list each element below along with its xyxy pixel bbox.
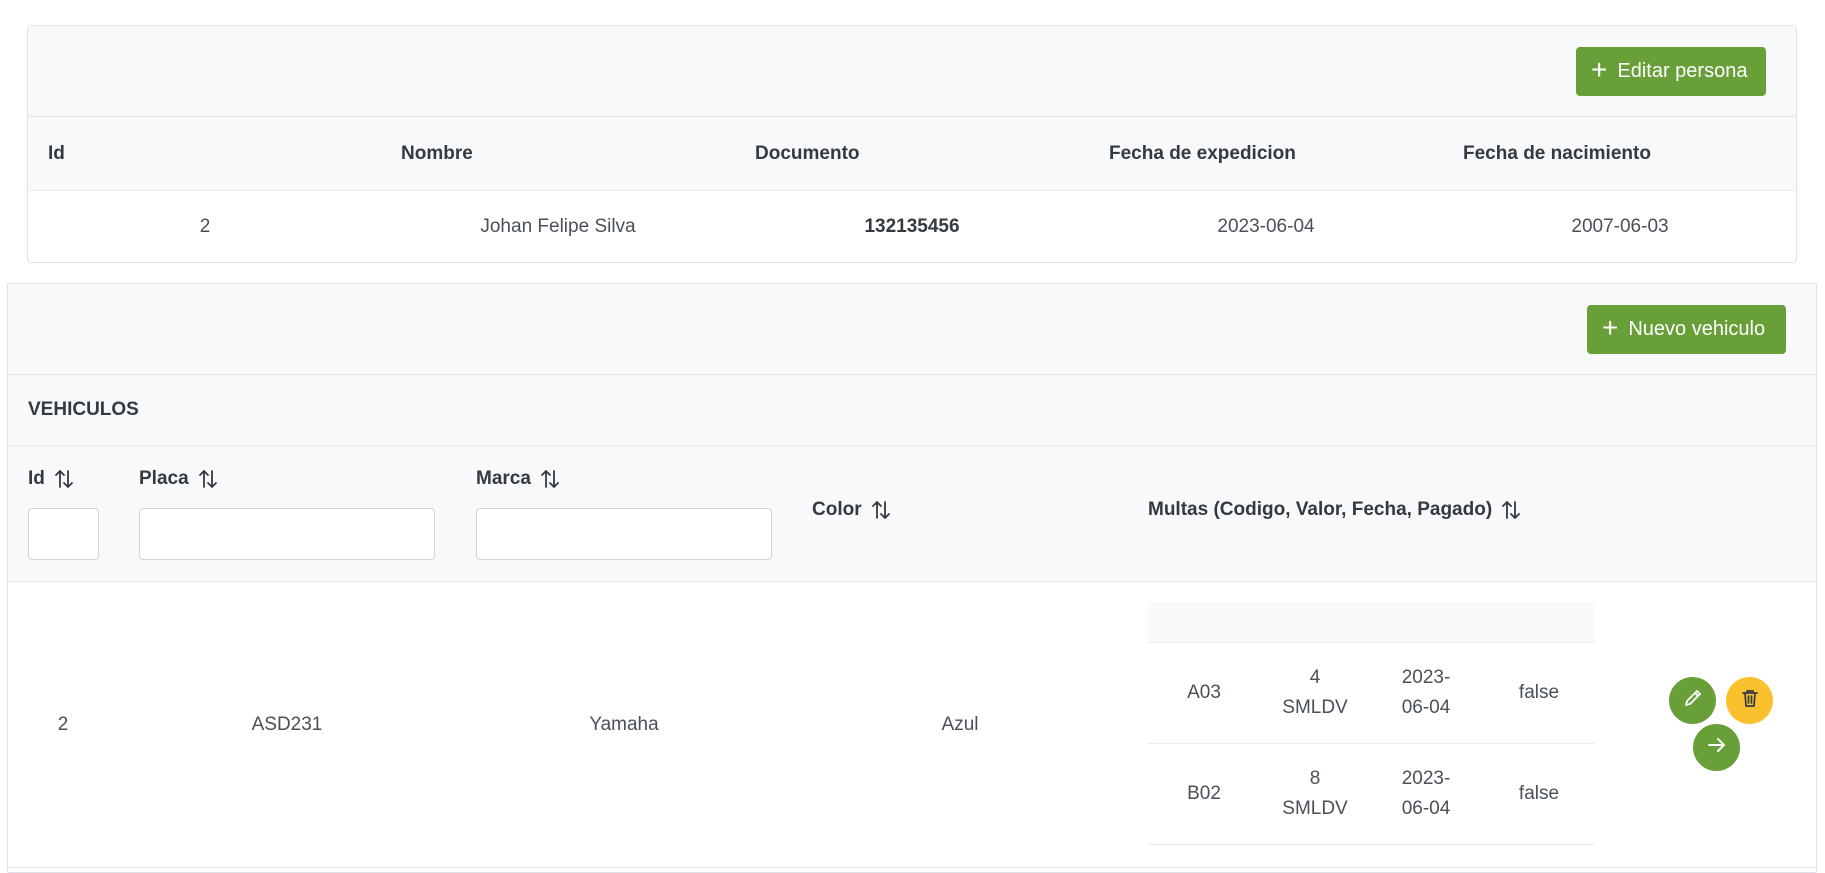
column-header-color[interactable]: Color [812, 499, 892, 521]
go-vehicle-button[interactable] [1693, 724, 1740, 771]
vehicle-marca: Yamaha [589, 714, 659, 735]
vehicles-title-bar: VEHICULOS [8, 375, 1816, 446]
new-vehicle-button[interactable]: + Nuevo vehiculo [1587, 305, 1786, 354]
column-header-id[interactable]: Id [28, 468, 75, 490]
multa-pagado: false [1518, 783, 1560, 804]
vehicles-section: + Nuevo vehiculo VEHICULOS Id Placa Marc… [7, 283, 1817, 873]
multa-codigo: B02 [1187, 783, 1221, 804]
multas-table: A03 4 SMLDV 2023- 06-04 false B02 8 SMLD… [1148, 602, 1595, 845]
multa-valor-amount: 8 [1309, 768, 1321, 789]
edit-vehicle-button[interactable] [1669, 677, 1716, 724]
arrow-right-icon [1705, 733, 1729, 763]
column-header-marca[interactable]: Marca [476, 468, 561, 490]
multa-fecha-day: 06-04 [1401, 798, 1451, 819]
person-documento: 132135456 [864, 215, 960, 237]
column-header-multas[interactable]: Multas (Codigo, Valor, Fecha, Pagado) [1148, 499, 1522, 521]
column-header-placa[interactable]: Placa [139, 468, 219, 490]
sort-icon[interactable] [539, 468, 561, 490]
multa-valor-amount: 4 [1309, 667, 1321, 688]
vehicle-id: 2 [57, 714, 69, 735]
column-label-color: Color [812, 499, 862, 520]
table-row: 2 ASD231 Yamaha Azul A03 4 SMLDV 2023- 0… [8, 582, 1816, 868]
multa-fecha-day: 06-04 [1401, 697, 1451, 718]
plus-icon: + [1591, 54, 1608, 85]
pencil-icon [1682, 687, 1704, 715]
trash-icon [1739, 687, 1761, 715]
multa-fecha-year: 2023- [1401, 768, 1451, 789]
column-label-id: Id [28, 468, 45, 489]
vehicle-placa: ASD231 [251, 714, 323, 735]
vehicles-toolbar: + Nuevo vehiculo [8, 284, 1816, 375]
multa-valor: 4 SMLDV [1282, 663, 1347, 723]
marca-filter-input[interactable] [476, 508, 772, 560]
sort-icon[interactable] [197, 468, 219, 490]
edit-person-button[interactable]: + Editar persona [1576, 47, 1766, 96]
multa-pagado: false [1518, 682, 1560, 703]
multa-valor-unit: SMLDV [1282, 798, 1348, 819]
vehicles-title: VEHICULOS [28, 399, 139, 420]
edit-person-label: Editar persona [1617, 60, 1748, 82]
multa-row: A03 4 SMLDV 2023- 06-04 false [1148, 643, 1595, 744]
person-card: + Editar persona Id Nombre Documento Fec… [27, 25, 1797, 263]
column-label-multas: Multas (Codigo, Valor, Fecha, Pagado) [1148, 499, 1493, 520]
person-fecha-expedicion: 2023-06-04 [1217, 215, 1315, 237]
id-filter-input[interactable] [28, 508, 99, 560]
column-header-nombre: Nombre [401, 142, 473, 164]
person-table-header: Id Nombre Documento Fecha de expedicion … [28, 117, 1796, 191]
column-label-placa: Placa [139, 468, 189, 489]
multa-row: B02 8 SMLDV 2023- 06-04 false [1148, 744, 1595, 845]
person-id: 2 [199, 215, 211, 237]
multa-fecha-year: 2023- [1401, 667, 1451, 688]
column-header-fecha-expedicion: Fecha de expedicion [1109, 142, 1296, 164]
delete-vehicle-button[interactable] [1726, 677, 1773, 724]
table-row: 2 Johan Felipe Silva 132135456 2023-06-0… [28, 191, 1796, 262]
person-toolbar: + Editar persona [28, 26, 1796, 117]
multa-valor: 8 SMLDV [1282, 764, 1347, 824]
column-header-fecha-nacimiento: Fecha de nacimiento [1463, 142, 1651, 164]
plus-icon: + [1602, 312, 1619, 343]
sort-icon[interactable] [1500, 499, 1522, 521]
person-fecha-nacimiento: 2007-06-03 [1571, 215, 1669, 237]
column-header-id: Id [48, 142, 65, 164]
multa-valor-unit: SMLDV [1282, 697, 1348, 718]
sort-icon[interactable] [870, 499, 892, 521]
person-nombre: Johan Felipe Silva [480, 215, 636, 237]
sort-icon[interactable] [53, 468, 75, 490]
multa-codigo: A03 [1187, 682, 1221, 703]
multa-fecha: 2023- 06-04 [1402, 764, 1451, 824]
column-header-documento: Documento [755, 142, 860, 164]
vehicle-color: Azul [941, 714, 979, 735]
vehicles-table-header: Id Placa Marca Color Multas (Codigo, Val… [8, 446, 1816, 582]
placa-filter-input[interactable] [139, 508, 435, 560]
new-vehicle-label: Nuevo vehiculo [1628, 318, 1766, 340]
multas-table-header [1148, 602, 1595, 643]
column-label-marca: Marca [476, 468, 531, 489]
multa-fecha: 2023- 06-04 [1402, 663, 1451, 723]
